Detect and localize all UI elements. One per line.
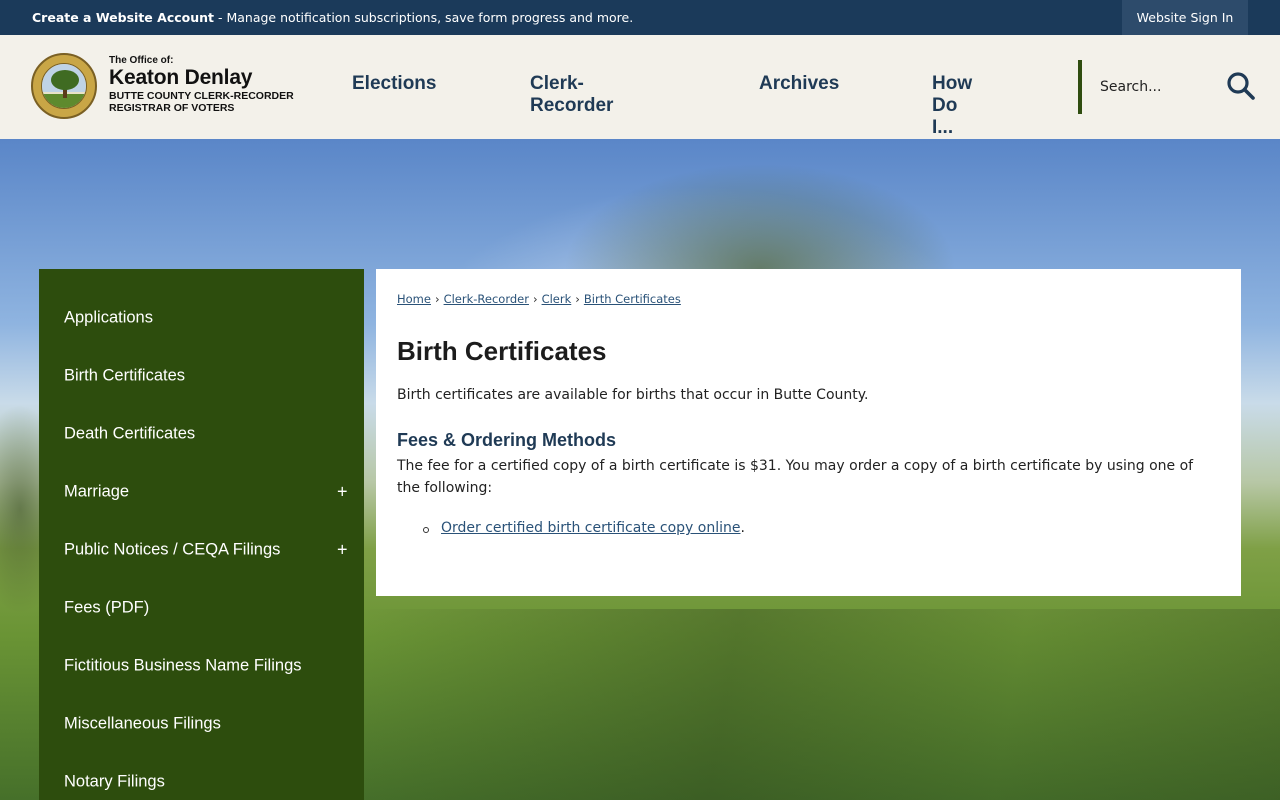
tree-shadow <box>360 609 1280 800</box>
sidebar-item-fictitious-business[interactable]: Fictitious Business Name Filings <box>39 627 364 685</box>
breadcrumb: Home › Clerk-Recorder › Clerk › Birth Certific… <box>397 292 681 306</box>
sidebar-item-label: Notary Filings <box>64 772 165 791</box>
sidebar-item-label: Marriage <box>64 482 130 501</box>
create-account-message[interactable]: Create a Website Account - Manage notifi… <box>32 10 633 25</box>
intro-text: Birth certificates are available for bir… <box>397 387 869 403</box>
sidebar-item-miscellaneous-filings[interactable]: Miscellaneous Filings <box>39 685 364 743</box>
nav-elections[interactable]: Elections <box>352 73 436 95</box>
content-card: Home › Clerk-Recorder › Clerk › Birth Certific… <box>376 269 1241 596</box>
sidebar-item-marriage[interactable]: Marriage + <box>39 453 364 511</box>
logo-line-4: REGISTRAR OF VOTERS <box>109 102 235 114</box>
page-title: Birth Certificates <box>397 336 607 366</box>
ordering-methods-list: Order certified birth certificate copy o… <box>421 520 745 536</box>
sidebar-navigation: Applications Birth Certificates Death Ce… <box>39 269 364 800</box>
sidebar-item-label: Birth Certificates <box>64 366 186 385</box>
sidebar-item-label: Death Certificates <box>64 424 196 443</box>
sidebar-item-public-notices[interactable]: Public Notices / CEQA Filings + <box>39 511 364 569</box>
order-online-link[interactable]: Order certified birth certificate copy o… <box>441 520 740 536</box>
sidebar-item-label: Fees (PDF) <box>64 598 150 617</box>
breadcrumb-separator: › <box>434 292 440 306</box>
sidebar-item-fees[interactable]: Fees (PDF) <box>39 569 364 627</box>
search-accent-bar <box>1078 60 1082 114</box>
sidebar-item-label: Applications <box>64 308 153 327</box>
sidebar-item-label: Public Notices / CEQA Filings <box>64 540 281 559</box>
breadcrumb-clerk[interactable]: Clerk <box>542 292 572 306</box>
create-account-description: - Manage notification subscriptions, sav… <box>214 10 634 25</box>
sidebar-item-notary-filings[interactable]: Notary Filings <box>39 743 364 800</box>
breadcrumb-birth-certificates[interactable]: Birth Certificates <box>584 292 681 306</box>
expand-plus-icon[interactable]: + <box>337 540 348 561</box>
create-account-link[interactable]: Create a Website Account <box>32 10 214 25</box>
logo-line-1: The Office of: <box>109 55 174 66</box>
bullet-icon <box>423 527 429 533</box>
breadcrumb-clerk-recorder[interactable]: Clerk-Recorder <box>444 292 529 306</box>
list-item: Order certified birth certificate copy o… <box>421 520 745 536</box>
link-suffix: . <box>740 520 745 536</box>
site-logo-text[interactable]: The Office of: Keaton Denlay BUTTE COUNT… <box>109 55 294 114</box>
nav-how-do-i[interactable]: How Do I... <box>932 73 972 139</box>
expand-plus-icon[interactable]: + <box>337 482 348 503</box>
search-box <box>1078 60 1280 114</box>
breadcrumb-home[interactable]: Home <box>397 292 431 306</box>
sidebar-item-label: Fictitious Business Name Filings <box>64 656 302 675</box>
nav-archives[interactable]: Archives <box>759 73 839 95</box>
fees-heading: Fees & Ordering Methods <box>397 430 617 450</box>
nav-clerk-recorder[interactable]: Clerk-Recorder <box>530 73 613 117</box>
breadcrumb-separator: › <box>532 292 538 306</box>
logo-line-3: BUTTE COUNTY CLERK-RECORDER <box>109 90 294 102</box>
sidebar-item-birth-certificates[interactable]: Birth Certificates <box>39 337 364 395</box>
top-notification-bar: Create a Website Account - Manage notifi… <box>0 0 1280 35</box>
sidebar-item-label: Miscellaneous Filings <box>64 714 221 733</box>
oak-tree-canopy <box>500 139 1020 279</box>
fees-paragraph: The fee for a certified copy of a birth … <box>397 458 1194 496</box>
search-input[interactable] <box>1100 76 1210 98</box>
sidebar-item-death-certificates[interactable]: Death Certificates <box>39 395 364 453</box>
breadcrumb-separator: › <box>575 292 580 306</box>
website-sign-in-button[interactable]: Website Sign In <box>1122 0 1248 35</box>
search-icon[interactable] <box>1226 71 1256 101</box>
logo-line-2: Keaton Denlay <box>109 66 253 89</box>
sidebar-item-applications[interactable]: Applications <box>39 279 364 337</box>
county-seal-logo[interactable] <box>31 53 97 119</box>
